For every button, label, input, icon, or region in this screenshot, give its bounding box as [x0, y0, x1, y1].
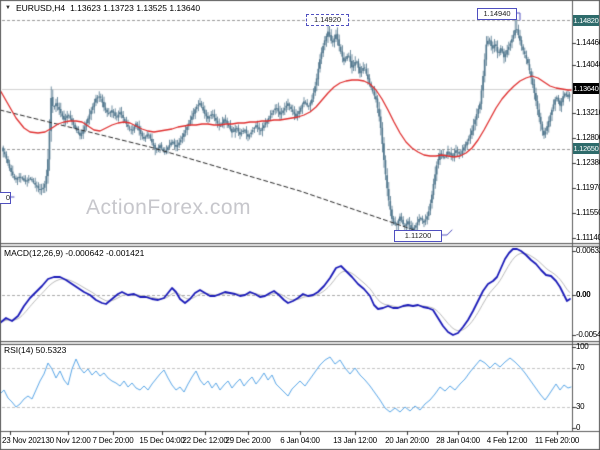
rsi-axis-label: 0: [576, 423, 581, 432]
level-price-box: 1.14820: [573, 15, 599, 26]
price-callout-high-dashed: 1.14920: [306, 14, 349, 26]
x-axis-label: 6 Jan 04:00: [280, 436, 320, 445]
price-axis-label: 1.13210: [576, 108, 600, 117]
current-price-box: 1.13640: [573, 83, 599, 94]
x-axis-label: 23 Nov 2021: [2, 436, 46, 445]
macd-indicator-header: MACD(12,26,9) -0.000642 -0.001421: [4, 248, 145, 258]
macd-axis-label: 0.00: [576, 290, 591, 299]
x-axis-label: 29 Dec 20:00: [225, 436, 271, 445]
symbol-info-bar: ▼ EURUSD,H4 1.13623 1.13723 1.13525 1.13…: [5, 3, 200, 13]
x-axis-label: 30 Nov 12:00: [45, 436, 91, 445]
ohlc-values: 1.13623 1.13723 1.13525 1.13640: [70, 3, 201, 13]
price-callout-high: 1.14940: [477, 8, 517, 20]
rsi-axis-label: 70: [576, 363, 585, 372]
price-axis-label: 1.14460: [576, 38, 600, 47]
symbol-label: EURUSD,H4: [15, 3, 66, 13]
x-axis-label: 11 Feb 20:00: [534, 436, 580, 445]
symbol-dropdown-icon[interactable]: ▼: [5, 4, 11, 12]
watermark: ActionForex.com: [86, 196, 252, 219]
x-axis-label: 13 Jan 12:00: [333, 436, 377, 445]
trading-chart-window: ▼ EURUSD,H4 1.13623 1.13723 1.13525 1.13…: [0, 0, 600, 450]
chart-canvas[interactable]: [0, 0, 600, 450]
price-axis-label: 1.14040: [576, 60, 600, 69]
x-axis-label: 22 Dec 12:00: [182, 436, 228, 445]
rsi-axis-label: 30: [576, 402, 585, 411]
rsi-indicator-header: RSI(14) 50.5323: [4, 345, 67, 355]
price-callout-low: 1.11200: [394, 230, 442, 242]
price-axis-label: 1.11140: [576, 233, 600, 242]
rsi-axis-label: 100: [576, 342, 589, 351]
x-axis-label: 7 Dec 20:00: [92, 436, 134, 445]
x-axis-label: 20 Jan 20:00: [385, 436, 429, 445]
macd-axis-label: 0.00632: [576, 246, 600, 255]
price-axis-label: 1.12800: [576, 133, 600, 142]
level-price-box: 1.12650: [573, 143, 599, 154]
x-axis-label: 28 Jan 04:00: [436, 436, 480, 445]
price-axis-label: 1.11550: [576, 208, 600, 217]
x-axis-label: 15 Dec 04:00: [139, 436, 185, 445]
price-callout-left-edge: 0: [0, 192, 11, 204]
price-axis-label: 1.12380: [576, 158, 600, 167]
x-axis-label: 4 Feb 12:00: [486, 436, 528, 445]
macd-axis-label: -0.005455: [576, 330, 600, 339]
price-axis-label: 1.11970: [576, 183, 600, 192]
